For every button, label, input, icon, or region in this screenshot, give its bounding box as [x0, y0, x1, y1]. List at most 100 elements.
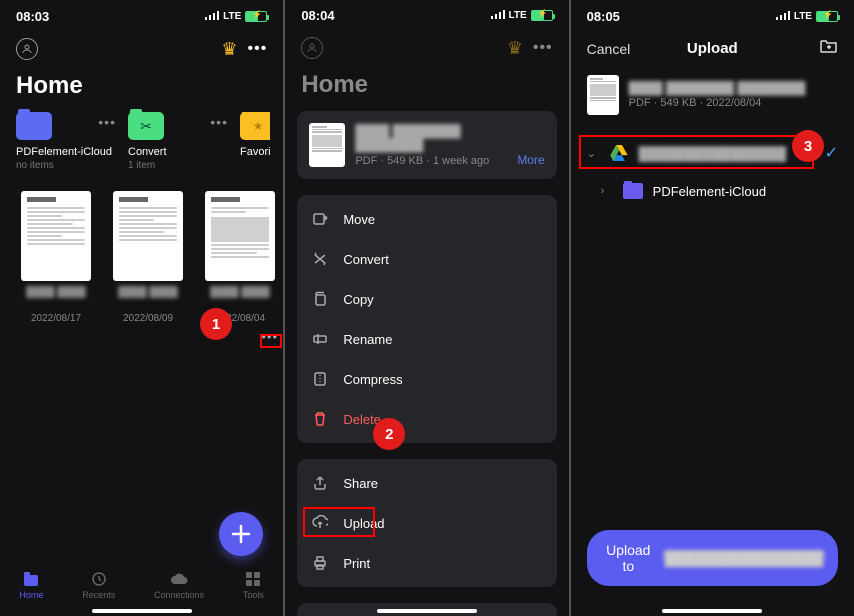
menu-copy[interactable]: Copy [297, 279, 556, 319]
menu-section-2: Share Upload Print [297, 459, 556, 587]
status-icons: LTE [491, 9, 553, 22]
crown-icon[interactable]: ♛ [507, 38, 523, 59]
step-badge-3: 3 [792, 130, 824, 162]
folder-icon: ✂ [128, 112, 164, 140]
folder-convert[interactable]: ••• ✂ Convert 1 item [128, 112, 228, 171]
cancel-button[interactable]: Cancel [587, 41, 631, 57]
doc-thumb [113, 191, 183, 281]
doc-name: ████ ████ [108, 287, 188, 311]
app-header: ♛ ••• [285, 27, 568, 69]
menu-rename[interactable]: Rename [297, 319, 556, 359]
menu-convert[interactable]: Convert [297, 239, 556, 279]
profile-icon[interactable] [301, 37, 323, 59]
phone-screen-1: 08:03 LTE ♛ ••• Home ••• PDFelement-iClo… [0, 0, 283, 616]
folder-icon [16, 112, 52, 140]
folders-row[interactable]: ••• PDFelement-iCloud no items ••• ✂ Con… [0, 112, 283, 171]
step-badge-1: 1 [200, 308, 232, 340]
move-icon [311, 211, 329, 227]
step-badge-2: 2 [373, 418, 405, 450]
upload-file-card: ████ ████████ ████████ PDF · 549 KB · 20… [571, 67, 854, 123]
home-icon [23, 570, 39, 588]
print-icon [311, 555, 329, 571]
compress-icon [311, 371, 329, 387]
doc-thumb [21, 191, 91, 281]
home-indicator[interactable] [377, 609, 477, 613]
add-folder-icon[interactable] [820, 38, 838, 59]
file-name: ████ ████████ ████████ [355, 124, 507, 152]
doc-name: ████ ████ [16, 287, 96, 311]
doc-date: 2022/08/09 [108, 313, 188, 324]
menu-compress[interactable]: Compress [297, 359, 556, 399]
more-link[interactable]: More [517, 153, 544, 167]
upload-title: Upload [687, 40, 738, 57]
document-card[interactable]: ████ ████ 2022/08/09 [108, 191, 188, 324]
folder-name: Convert [128, 146, 228, 158]
tools-icon [246, 570, 260, 588]
status-bar: 08:03 LTE [0, 0, 283, 28]
menu-move[interactable]: Move [297, 199, 556, 239]
crown-icon[interactable]: ♛ [221, 39, 237, 60]
folder-meta: no items [16, 160, 116, 171]
folder-meta: 1 item [128, 160, 228, 171]
bottom-nav: Home Recents Connections Tools [0, 561, 283, 616]
recents-icon [91, 570, 107, 588]
nav-tools[interactable]: Tools [243, 570, 264, 600]
lte-label: LTE [509, 10, 527, 21]
chevron-right-icon[interactable]: › [601, 185, 613, 197]
folder-name: Favori [240, 146, 270, 158]
document-card[interactable]: ████ ████ 2022/08/17 [16, 191, 96, 324]
battery-icon [531, 10, 553, 21]
phone-screen-2: 08:04 LTE ♛ ••• Home ████ ████████ █████… [285, 0, 568, 616]
highlight-box-3 [579, 135, 814, 169]
upload-header: Cancel Upload [571, 28, 854, 67]
menu-share[interactable]: Share [297, 463, 556, 503]
delete-icon [311, 411, 329, 427]
home-indicator[interactable] [92, 609, 192, 613]
page-title: Home [285, 69, 568, 111]
document-card[interactable]: ████ ████ 2022/08/04 ••• [200, 191, 280, 324]
folder-more-icon[interactable]: ••• [210, 114, 228, 130]
home-indicator[interactable] [662, 609, 762, 613]
folder-favorites[interactable]: ★ Favori [240, 112, 270, 171]
upload-target-blurred: '████████████████' [662, 550, 826, 566]
doc-date: 2022/08/17 [16, 313, 96, 324]
battery-icon [245, 11, 267, 22]
profile-icon[interactable] [16, 38, 38, 60]
add-button[interactable] [219, 512, 263, 556]
rename-icon [311, 331, 329, 347]
cloud-icon [170, 570, 188, 588]
highlight-box-1 [260, 334, 282, 348]
nav-home[interactable]: Home [19, 570, 43, 600]
nav-recents[interactable]: Recents [82, 570, 115, 600]
signal-icon [205, 10, 219, 23]
file-card: ████ ████████ ████████ PDF · 549 KB · 1 … [297, 111, 556, 179]
app-header: ♛ ••• [0, 28, 283, 70]
copy-icon [311, 291, 329, 307]
convert-icon [311, 251, 329, 267]
menu-delete[interactable]: Delete [297, 399, 556, 439]
file-meta: PDF · 549 KB · 1 week ago [355, 155, 507, 167]
nav-connections[interactable]: Connections [154, 570, 204, 600]
share-icon [311, 475, 329, 491]
dest-label: PDFelement-iCloud [653, 184, 838, 199]
upload-button[interactable]: Upload to '████████████████' [587, 530, 838, 586]
file-thumb [309, 123, 345, 167]
dest-pdfelement-icloud[interactable]: › PDFelement-iCloud [571, 173, 854, 209]
page-title: Home [0, 70, 283, 112]
signal-icon [776, 10, 790, 23]
status-bar: 08:05 LTE [571, 0, 854, 28]
more-icon[interactable]: ••• [248, 40, 268, 58]
status-icons: LTE [205, 10, 267, 23]
file-meta: PDF · 549 KB · 2022/08/04 [629, 97, 806, 109]
battery-icon [816, 11, 838, 22]
highlight-box-2 [303, 507, 375, 537]
file-name: ████ ████████ ████████ [629, 81, 806, 95]
status-time: 08:03 [16, 9, 49, 24]
menu-print[interactable]: Print [297, 543, 556, 583]
folder-more-icon[interactable]: ••• [98, 114, 116, 130]
folder-pdfelement-icloud[interactable]: ••• PDFelement-iCloud no items [16, 112, 116, 171]
menu-upload[interactable]: Upload [297, 503, 556, 543]
lte-label: LTE [223, 11, 241, 22]
status-time: 08:04 [301, 8, 334, 23]
more-icon[interactable]: ••• [533, 39, 553, 57]
